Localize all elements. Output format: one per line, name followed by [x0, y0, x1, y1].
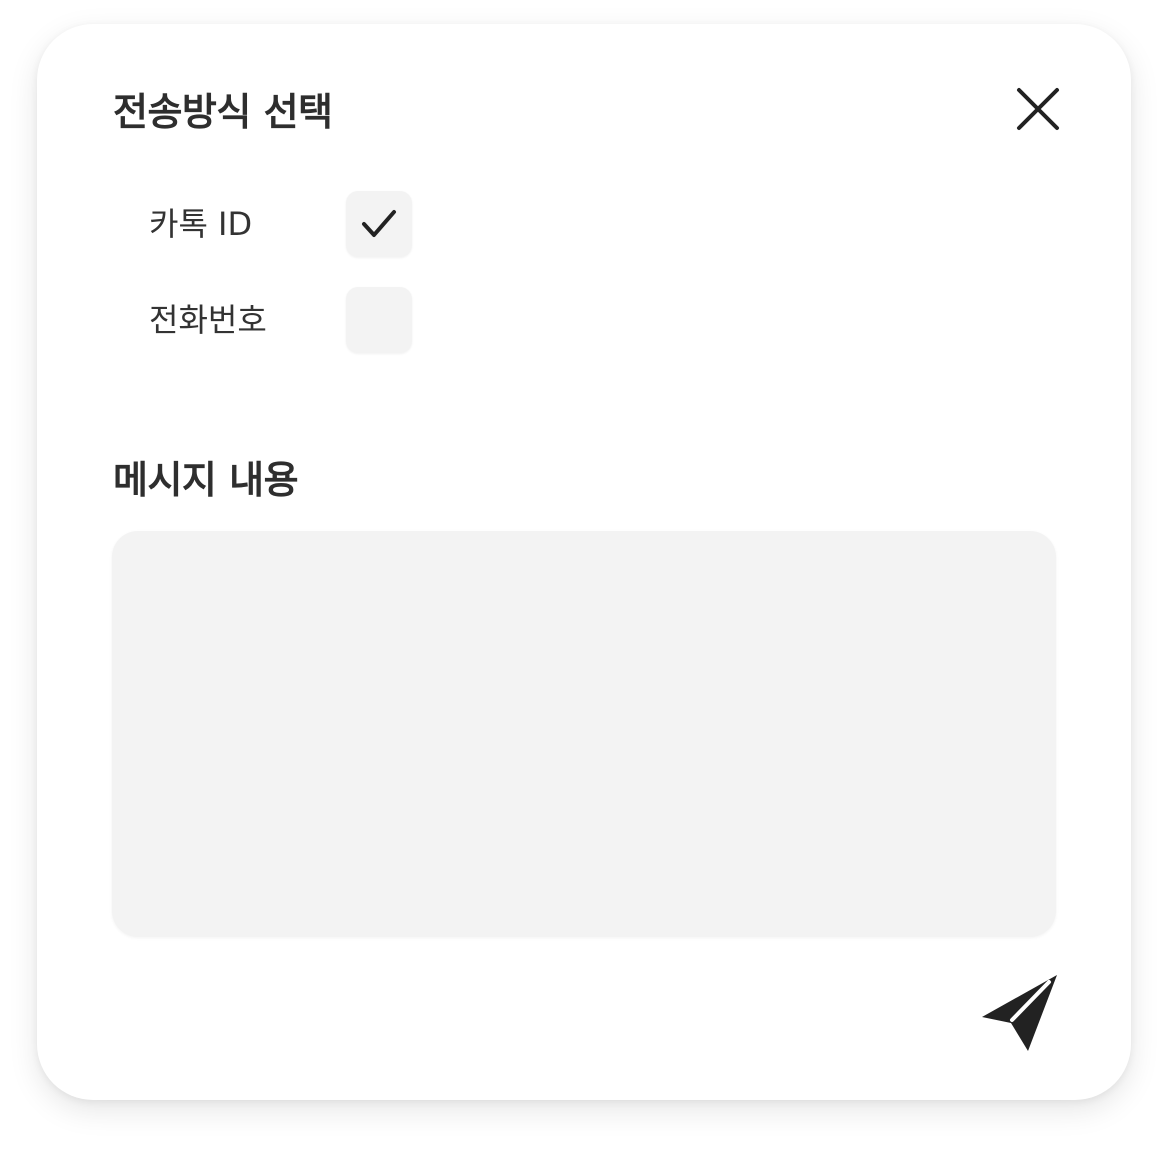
close-button[interactable]	[1007, 78, 1069, 140]
option-label-kakao-id: 카톡 ID	[149, 205, 253, 243]
checkmark-icon	[362, 210, 396, 237]
kakao-id-checkbox[interactable]	[346, 191, 412, 257]
message-input[interactable]	[112, 531, 1056, 937]
close-icon	[1017, 88, 1059, 130]
option-kakao-id: 카톡 ID	[149, 191, 449, 257]
send-button[interactable]	[977, 970, 1063, 1056]
send-icon	[982, 975, 1057, 1051]
phone-number-checkbox[interactable]	[346, 287, 412, 353]
send-method-dialog: 전송방식 선택 카톡 ID 전화번호 메시지 내용	[37, 24, 1131, 1100]
dialog-title: 전송방식 선택	[113, 90, 333, 134]
option-label-phone-number: 전화번호	[149, 301, 267, 339]
option-phone-number: 전화번호	[149, 287, 449, 353]
message-label: 메시지 내용	[113, 458, 299, 502]
